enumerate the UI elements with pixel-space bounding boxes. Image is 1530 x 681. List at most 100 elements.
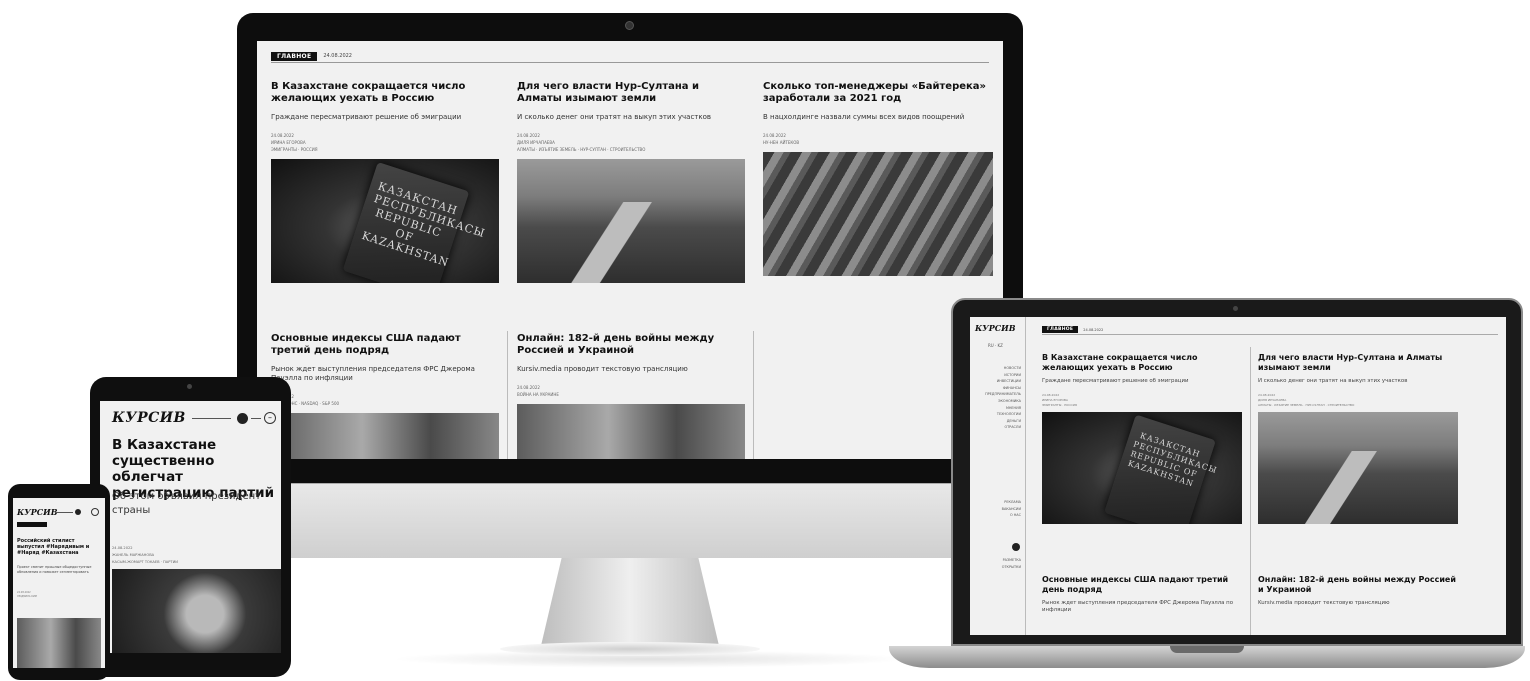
sidebar-item[interactable]: ЭКОНОМИКА — [985, 398, 1021, 405]
article-author[interactable]: ВОЙНА НА УКРАИНЕ — [517, 391, 745, 398]
divider — [1042, 334, 1498, 335]
sidebar: КУРСИВ RU · KZ НОВОСТИ ИСТОРИИ ИНВЕСТИЦИ… — [970, 317, 1026, 635]
sidebar-item[interactable]: РАЗМЕТКА — [1002, 557, 1021, 564]
sidebar-item[interactable]: ФИНАНСЫ — [985, 385, 1021, 392]
article-date: 24.08.2022 — [271, 133, 294, 138]
article-meta: 24.08.2022 НУ-НЕН АЙТЕКОВ — [763, 132, 993, 146]
globe-icon[interactable] — [237, 412, 248, 424]
article-photo[interactable] — [112, 569, 281, 653]
article-title[interactable]: Для чего власти Нур-Султана и Алматы изы… — [517, 81, 745, 105]
logo[interactable]: КУРСИВ — [17, 507, 57, 517]
section-date: 24.08.2022 — [323, 53, 352, 59]
sidebar-item[interactable]: ИНВЕСТИЦИИ — [985, 378, 1021, 385]
article-title[interactable]: Для чего власти Нур-Султана и Алматы изы… — [1258, 353, 1458, 372]
article-card[interactable]: Основные индексы США падают третий день … — [1042, 575, 1242, 614]
article-card[interactable]: Онлайн: 182-й день войны между Россией и… — [517, 333, 745, 459]
article-card[interactable]: Сколько топ-менеджеры «Байтерека» зарабо… — [763, 81, 993, 276]
article-date: 24.08.2022 — [271, 393, 499, 400]
article-photo[interactable] — [17, 618, 101, 668]
article-lead: Kursiv.media проводит текстовую трансляц… — [517, 365, 688, 373]
sidebar-item[interactable]: ИСТОРИИ — [985, 372, 1021, 379]
article-tags[interactable]: АЛМАТЫ · ИЗЪЯТИЕ ЗЕМЕЛЬ · НУР-СУЛТАН · С… — [1258, 403, 1458, 408]
article-title[interactable]: Онлайн: 182-й день войны между Россией и… — [1258, 575, 1458, 594]
article-meta: 24.08.2022 ДИЛЯ ИРЧАПАЕВА АЛМАТЫ · ИЗЪЯТ… — [517, 132, 745, 153]
article-photo[interactable]: КАЗАКСТАН РЕСПУБЛИКАСЫ REPUBLIC OF KAZAK… — [271, 159, 499, 283]
sidebar-item[interactable]: ТЕХНОЛОГИИ — [985, 411, 1021, 418]
article-title[interactable]: В Казахстане сокращается число желающих … — [271, 81, 499, 105]
section-badge[interactable] — [17, 522, 47, 527]
article-meta: 24.08.2022 ДОУ ДЖОНС · NASDAQ · S&P 500 — [271, 393, 499, 407]
sidebar-item[interactable]: ОТРАСЛИ — [985, 424, 1021, 431]
sidebar-item[interactable]: ВАКАНСИИ — [1002, 506, 1021, 513]
article-date: 24.08.2022 — [112, 546, 133, 550]
article-meta: 24.08.2022 ВОЙНА НА УКРАИНЕ — [517, 384, 745, 398]
article-title[interactable]: Основные индексы США падают третий день … — [271, 333, 499, 357]
menu-icon[interactable]: – — [264, 412, 276, 424]
desktop-screen: ГЛАВНОЕ 24.08.2022 В Казахстане сокращае… — [257, 41, 1003, 459]
monitor-chin — [237, 483, 1023, 558]
laptop-notch — [1170, 646, 1244, 653]
article-lead: И сколько денег они тратят на выкуп этих… — [1258, 378, 1408, 384]
article-meta: 24.08.2022 ИРИНА ЕГОРОВА ЭМИГРАНТЫ · РОС… — [271, 132, 499, 153]
article-card[interactable]: Основные индексы США падают третий день … — [271, 333, 499, 459]
article-author[interactable]: ДИЛЯ ИРЧАПАЕВА — [517, 139, 745, 146]
language-switch[interactable]: RU · KZ — [988, 343, 1003, 348]
article-photo[interactable]: КАЗАКСТАН РЕСПУБЛИКАСЫ REPUBLIC OF KAZAK… — [1042, 412, 1242, 524]
article-title[interactable]: Онлайн: 182-й день войны между Россией и… — [517, 333, 745, 357]
article-meta: 24.08.2022 ДИЛЯ ИРЧАПАЕВА АЛМАТЫ · ИЗЪЯТ… — [1258, 393, 1458, 408]
camera-dot — [625, 21, 634, 30]
article-title[interactable]: Российский стилист выпустил #Нарядивым и… — [17, 538, 101, 556]
sidebar-item[interactable]: РЕКЛАМА — [1002, 499, 1021, 506]
tablet-screen: КУРСИВ – В Казахстане существенно облегч… — [100, 401, 281, 653]
article-card[interactable]: В Казахстане сокращается число желающих … — [1042, 353, 1242, 524]
article-title[interactable]: В Казахстане сокращается число желающих … — [1042, 353, 1242, 372]
article-lead: Рынок ждет выступления председателя ФРС … — [271, 365, 475, 382]
passport-text: КАЗАКСТАН РЕСПУБЛИКАСЫ REPUBLIC OF KAZAK… — [359, 179, 487, 270]
article-card[interactable]: Онлайн: 182-й день войны между Россией и… — [1258, 575, 1458, 607]
globe-icon[interactable] — [1012, 543, 1020, 551]
column-divider — [1250, 347, 1251, 635]
passport-text: КАЗАКСТАН РЕСПУБЛИКАСЫ REPUBLIC OF KAZAK… — [1126, 431, 1219, 490]
column-divider — [507, 331, 508, 459]
sidebar-item[interactable]: ОТКРЫТКИ — [1002, 564, 1021, 571]
globe-icon[interactable] — [75, 509, 81, 515]
article-tags[interactable]: ЭМИГРАНТЫ · РОССИЯ — [271, 146, 499, 153]
article-lead: Рынок ждет выступления председателя ФРС … — [1042, 600, 1234, 613]
article-card[interactable]: Для чего власти Нур-Султана и Алматы изы… — [1258, 353, 1458, 524]
divider — [271, 62, 989, 63]
article-photo[interactable] — [1258, 412, 1458, 524]
sidebar-item[interactable]: О НАС — [1002, 512, 1021, 519]
article-tags[interactable]: ЭМИГРАНТЫ · РОССИЯ — [1042, 403, 1242, 408]
logo[interactable]: КУРСИВ — [975, 323, 1015, 333]
article-lead: Граждане пересматривают решение об эмигр… — [271, 113, 462, 121]
article-photo[interactable] — [517, 404, 745, 459]
phone: КУРСИВ Российский стилист выпустил #Наря… — [8, 484, 110, 680]
article-tags[interactable]: ДОУ ДЖОНС · NASDAQ · S&P 500 — [271, 400, 499, 407]
article-photo[interactable] — [517, 159, 745, 283]
section-badge[interactable]: ГЛАВНОЕ — [271, 51, 318, 61]
article-card[interactable]: В Казахстане сокращается число желающих … — [271, 81, 499, 283]
desktop-monitor: ГЛАВНОЕ 24.08.2022 В Казахстане сокращае… — [237, 13, 1023, 558]
sidebar-item[interactable]: МНЕНИЯ — [985, 405, 1021, 412]
article-author[interactable]: НУ-НЕН АЙТЕКОВ — [763, 139, 993, 146]
sidebar-item[interactable]: ПРЕДПРИНИМАТЕЛЬ — [985, 391, 1021, 398]
article-photo[interactable] — [271, 413, 499, 459]
article-author[interactable]: ЖАНЕЛЬ МАРЖАНОВА — [112, 552, 280, 559]
logo[interactable]: КУРСИВ — [112, 410, 186, 426]
article-photo[interactable] — [763, 152, 993, 276]
article-lead: Об этом объявил президент страны — [112, 491, 261, 516]
sidebar-item[interactable]: ДЕНЬГИ — [985, 418, 1021, 425]
article-tags[interactable]: АЛМАТЫ · ИЗЪЯТИЕ ЗЕМЕЛЬ · НУР-СУЛТАН · С… — [517, 146, 745, 153]
menu-icon[interactable] — [91, 508, 99, 516]
article-author[interactable]: ИРИНА ЕГОРОВА — [271, 139, 499, 146]
article-tags[interactable]: КАСЫМ-ЖОМАРТ ТОКАЕВ · ПАРТИИ — [112, 559, 280, 566]
header-line — [55, 512, 73, 513]
article-title[interactable]: Основные индексы США падают третий день … — [1042, 575, 1242, 594]
sidebar-item[interactable]: НОВОСТИ — [985, 365, 1021, 372]
article-title[interactable]: Сколько топ-менеджеры «Байтерека» зарабо… — [763, 81, 993, 105]
section-badge[interactable]: ГЛАВНОЕ — [1042, 326, 1079, 333]
laptop: КУРСИВ RU · KZ НОВОСТИ ИСТОРИИ ИНВЕСТИЦИ… — [951, 298, 1523, 646]
article-card[interactable]: Для чего власти Нур-Султана и Алматы изы… — [517, 81, 745, 283]
phone-screen: КУРСИВ Российский стилист выпустил #Наря… — [13, 498, 105, 668]
article-author[interactable]: ЛЮДМИЛА КИМ — [17, 595, 101, 599]
